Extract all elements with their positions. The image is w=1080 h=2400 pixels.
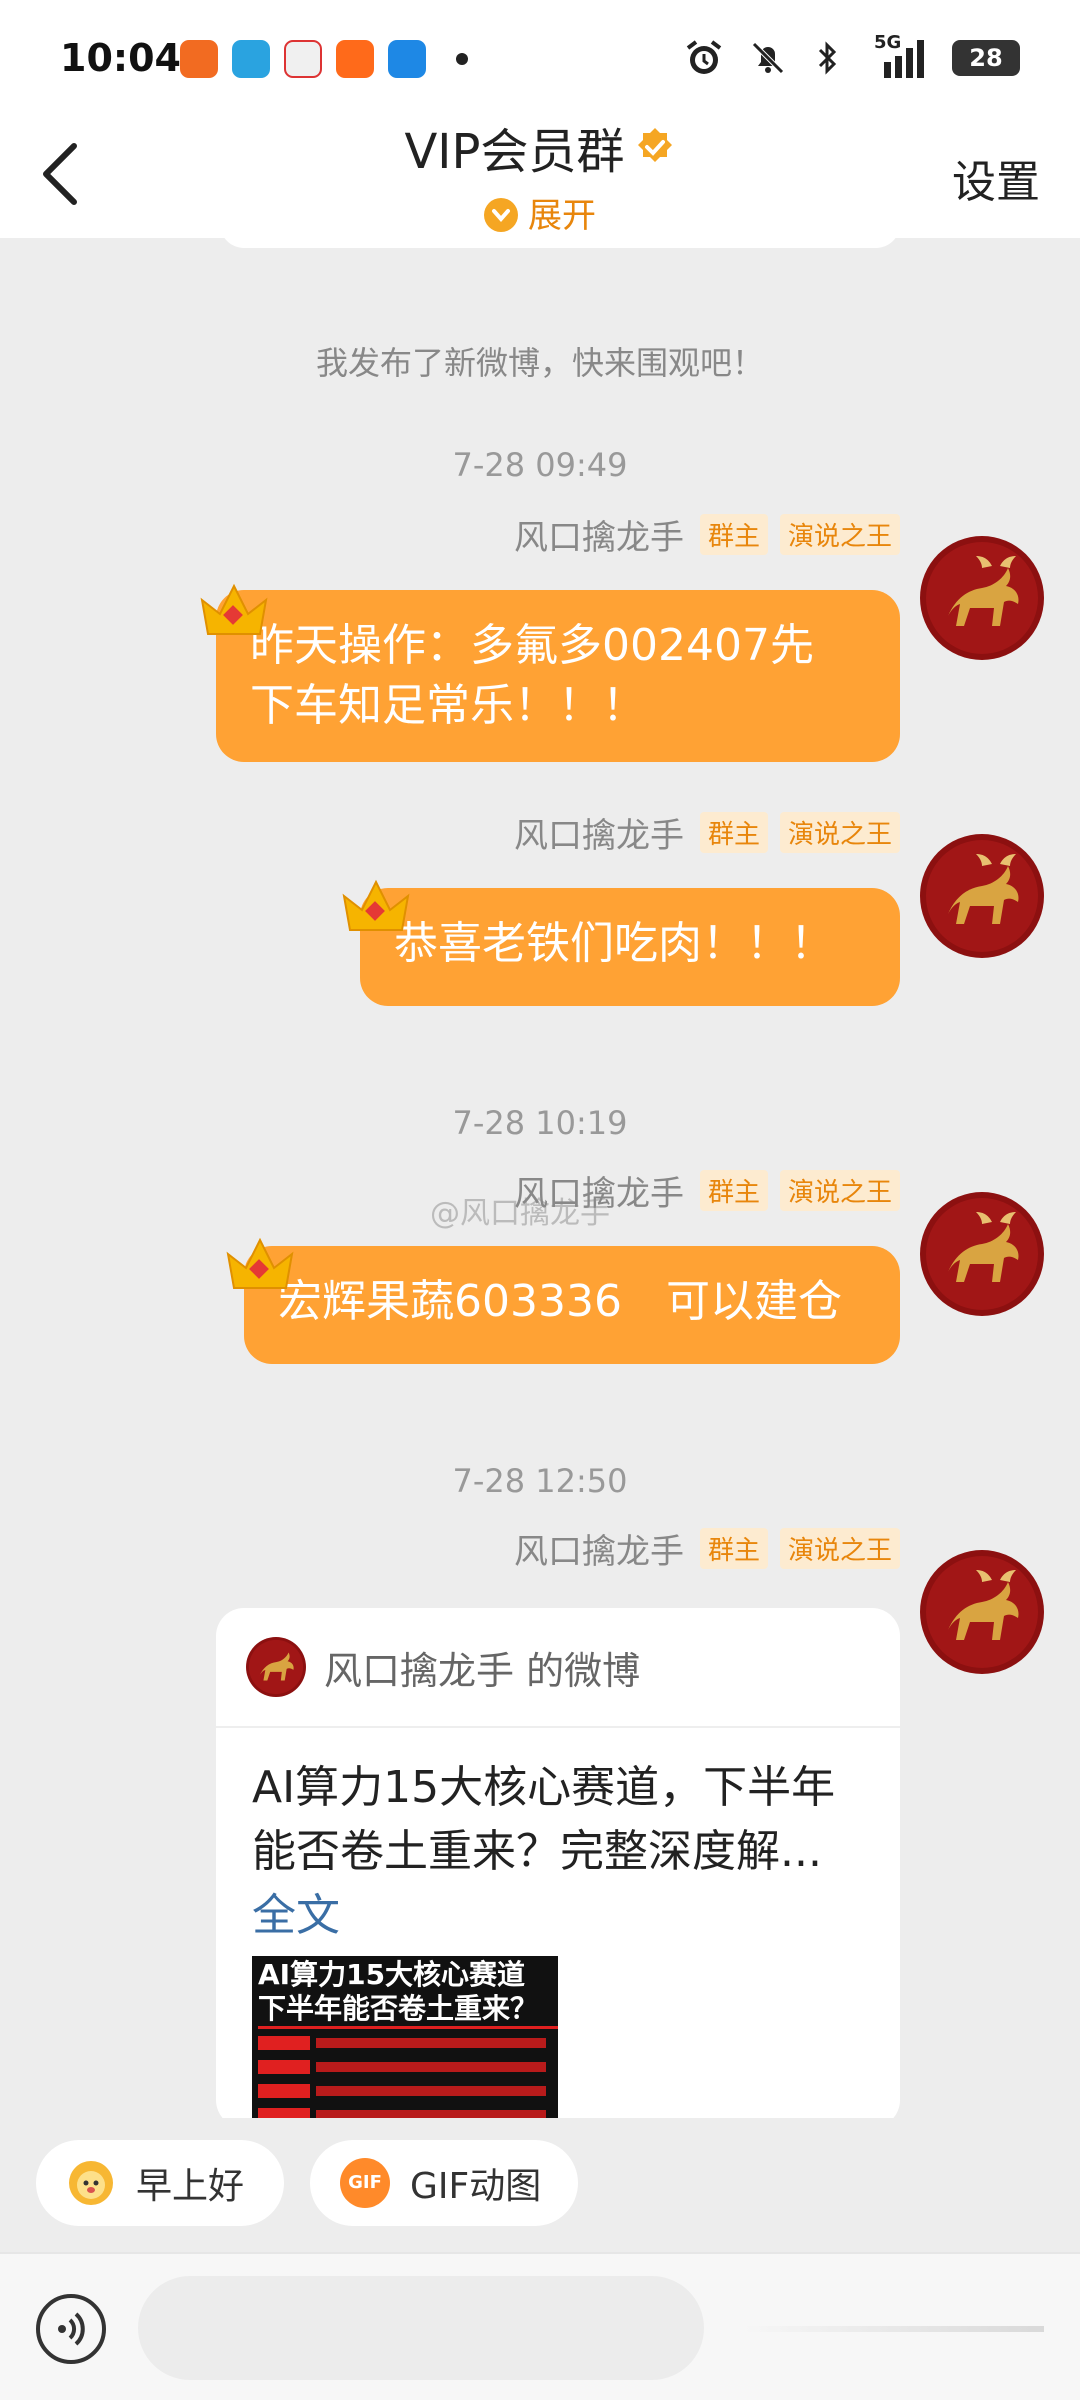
avatar[interactable] bbox=[920, 536, 1044, 660]
alarm-icon bbox=[686, 40, 722, 74]
expand-toggle[interactable]: 展开 bbox=[0, 188, 1080, 237]
clock: 10:04 bbox=[60, 36, 181, 80]
timestamp: 7-28 10:19 bbox=[452, 1104, 628, 1142]
mute-bell-icon bbox=[752, 42, 784, 74]
sender-line: 风口擒龙手 群主 演说之王 bbox=[514, 1166, 900, 1215]
owner-tag: 群主 bbox=[699, 812, 768, 853]
crown-icon bbox=[200, 583, 268, 635]
chat-area[interactable]: 我发布了新微博，快来围观吧！ 7-28 09:49 风口擒龙手 群主 演说之王 … bbox=[0, 238, 1080, 2118]
signal-icon: 5G bbox=[866, 32, 928, 78]
title-tag: 演说之王 bbox=[779, 1170, 900, 1211]
owner-tag: 群主 bbox=[699, 1528, 768, 1569]
card-thumbnail[interactable]: AI算力15大核心赛道 下半年能否卷土重来？ bbox=[252, 1956, 558, 2118]
status-bar: 10:04 5G 28 bbox=[0, 0, 1080, 110]
title-group: VIP会员群 bbox=[0, 112, 1080, 182]
avatar[interactable] bbox=[920, 1192, 1044, 1316]
bank-app-icon bbox=[388, 40, 426, 78]
weibo-app-icon bbox=[336, 40, 374, 78]
timestamp: 7-28 09:49 bbox=[452, 446, 628, 484]
card-header-title: 风口擒龙手 的微博 bbox=[324, 1648, 641, 1693]
verified-badge-icon bbox=[637, 128, 672, 162]
voice-input-icon[interactable] bbox=[36, 2294, 106, 2364]
sender-name[interactable]: 风口擒龙手 bbox=[514, 808, 684, 857]
thumbnail-title-line: AI算力15大核心赛道 bbox=[258, 1958, 526, 1991]
message-line: 下车知足常乐！！！ bbox=[250, 680, 646, 731]
previous-card-edge bbox=[220, 238, 900, 248]
gif-icon: GIF bbox=[340, 2158, 390, 2208]
owner-tag: 群主 bbox=[699, 514, 768, 555]
group-title: VIP会员群 bbox=[404, 124, 625, 180]
owner-tag: 群主 bbox=[699, 1170, 768, 1211]
message-line: 宏辉果蔬603336 可以建仓 bbox=[278, 1276, 842, 1327]
sender-name[interactable]: 风口擒龙手 bbox=[514, 1524, 684, 1573]
card-text-line: AI算力15大核心赛道，下半年 bbox=[252, 1762, 836, 1813]
sender-name[interactable]: 风口擒龙手 bbox=[514, 510, 684, 559]
sender-line: 风口擒龙手 群主 演说之王 bbox=[514, 808, 900, 857]
bluetooth-icon bbox=[818, 41, 837, 75]
quick-reply-good-morning[interactable]: 早上好 bbox=[36, 2140, 284, 2226]
message-line: 昨天操作：多氟多002407先 bbox=[250, 620, 814, 671]
weibo-share-card[interactable]: 风口擒龙手 的微博 AI算力15大核心赛道，下半年 能否卷土重来？完整深度解..… bbox=[216, 1608, 900, 2118]
timestamp: 7-28 12:50 bbox=[452, 1462, 628, 1500]
sender-name[interactable]: 风口擒龙手 bbox=[514, 1166, 684, 1215]
crown-icon bbox=[342, 879, 410, 931]
card-text-line: 能否卷土重来？完整深度解... bbox=[252, 1826, 822, 1877]
title-tag: 演说之王 bbox=[779, 1528, 900, 1569]
card-body: AI算力15大核心赛道，下半年 能否卷土重来？完整深度解... 全文 AI算力1… bbox=[216, 1728, 900, 2118]
avatar[interactable] bbox=[920, 834, 1044, 958]
message-bubble[interactable]: 恭喜老铁们吃肉！！！ bbox=[360, 888, 900, 1006]
message-line: 恭喜老铁们吃肉！！！ bbox=[394, 918, 834, 969]
settings-button[interactable]: 设置 bbox=[952, 146, 1040, 210]
system-message: 我发布了新微博，快来围观吧！ bbox=[315, 344, 764, 382]
quick-reply-label: GIF动图 bbox=[410, 2166, 542, 2207]
avatar[interactable] bbox=[920, 1550, 1044, 1674]
sender-line: 风口擒龙手 群主 演说之王 bbox=[514, 1524, 900, 1573]
sender-line: 风口擒龙手 群主 演说之王 bbox=[514, 510, 900, 559]
stock-app-icon bbox=[284, 40, 322, 78]
thumbnail-title: AI算力15大核心赛道 下半年能否卷土重来？ bbox=[258, 1958, 558, 2029]
more-notifications-dot bbox=[456, 53, 468, 65]
system-status: 5G 28 bbox=[684, 32, 1020, 78]
message-bubble[interactable]: 昨天操作：多氟多002407先 下车知足常乐！！！ bbox=[216, 590, 900, 762]
telegram-icon bbox=[232, 40, 270, 78]
notification-icons bbox=[180, 40, 468, 78]
quick-reply-gif[interactable]: GIF GIF动图 bbox=[310, 2140, 578, 2226]
crown-icon bbox=[226, 1237, 294, 1289]
title-tag: 演说之王 bbox=[779, 514, 900, 555]
chat-header: VIP会员群 展开 设置 bbox=[0, 110, 1080, 238]
expand-label: 展开 bbox=[528, 196, 596, 236]
full-text-link[interactable]: 全文 bbox=[252, 1884, 864, 1948]
input-bar bbox=[0, 2252, 1080, 2400]
chevron-down-icon bbox=[484, 197, 518, 232]
thumbnail-title-line: 下半年能否卷土重来？ bbox=[258, 1992, 558, 2029]
card-avatar bbox=[246, 1637, 306, 1697]
input-bar-divider bbox=[744, 2326, 1044, 2332]
title-tag: 演说之王 bbox=[779, 812, 900, 853]
app-notification-icon bbox=[180, 40, 218, 78]
sun-face-icon bbox=[69, 2161, 113, 2205]
message-input[interactable] bbox=[138, 2276, 704, 2380]
quick-reply-label: 早上好 bbox=[136, 2166, 245, 2207]
message-bubble[interactable]: 宏辉果蔬603336 可以建仓 bbox=[244, 1246, 900, 1364]
card-header: 风口擒龙手 的微博 bbox=[216, 1608, 900, 1728]
battery-indicator: 28 bbox=[952, 40, 1020, 76]
network-type: 5G bbox=[874, 32, 902, 53]
